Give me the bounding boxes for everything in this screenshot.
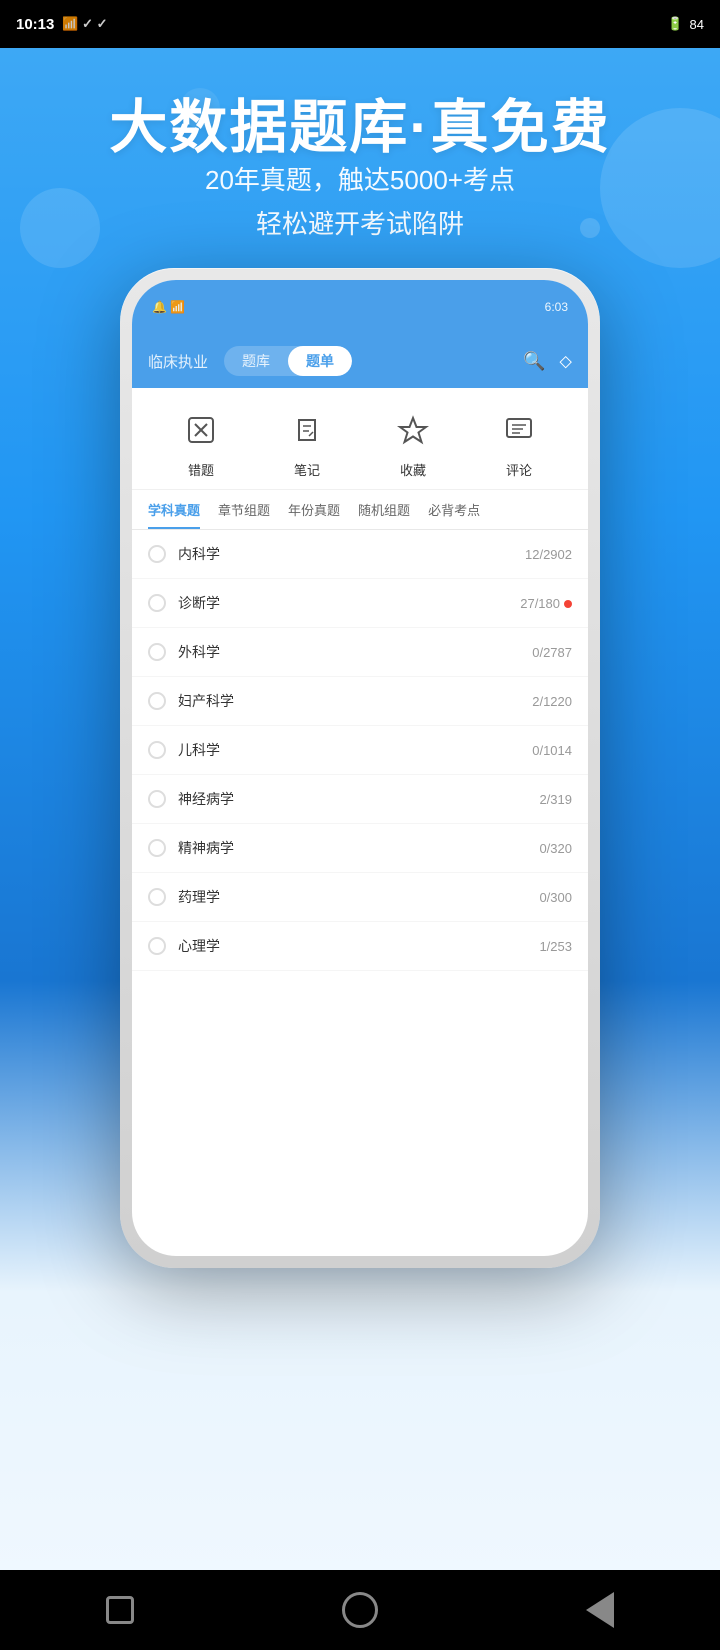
subject-dot-shenjing [148, 790, 166, 808]
quick-action-comments[interactable]: 评论 [495, 406, 543, 479]
subject-tabs: 学科真题 章节组题 年份真题 随机组题 必背考点 [132, 490, 588, 530]
time-display: 10:13 [16, 16, 54, 33]
subject-progress-xinli: 1/253 [539, 939, 572, 954]
wrong-questions-label: 错题 [188, 460, 214, 479]
subject-name-waike: 外科学 [178, 642, 532, 662]
subject-dot-zhenduan [148, 594, 166, 612]
comments-label: 评论 [506, 460, 532, 479]
phone-status-left: 🔔 📶 [152, 300, 185, 314]
subject-name-neike: 内科学 [178, 544, 525, 564]
phone-status-bar: 🔔 📶 6:03 [132, 280, 588, 334]
subject-progress-fuchan: 2/1220 [532, 694, 572, 709]
red-dot-zhenduan [564, 600, 572, 608]
hero-title: 大数据题库·真免费 [0, 80, 720, 164]
subject-item-erke[interactable]: 儿科学 0/1014 [132, 726, 588, 775]
subject-name-xinli: 心理学 [178, 936, 539, 956]
subject-item-shenjing[interactable]: 神经病学 2/319 [132, 775, 588, 824]
tab-question-list[interactable]: 题单 [288, 346, 352, 376]
search-icon[interactable]: 🔍 [523, 351, 545, 372]
subject-item-fuchan[interactable]: 妇产科学 2/1220 [132, 677, 588, 726]
back-triangle-icon [586, 1592, 614, 1628]
favorites-icon [389, 406, 437, 454]
tab-subject-real[interactable]: 学科真题 [148, 500, 200, 529]
tab-must-memorize[interactable]: 必背考点 [428, 500, 480, 529]
bottom-nav [0, 1570, 720, 1650]
subject-item-xinli[interactable]: 心理学 1/253 [132, 922, 588, 971]
notes-label: 笔记 [294, 460, 320, 479]
subject-progress-waike: 0/2787 [532, 645, 572, 660]
hero-area: 大数据题库·真免费 20年真题，触达5000+考点 轻松避开考试陷阱 🔔 📶 6… [0, 48, 720, 1603]
nav-back-button[interactable] [330, 1580, 390, 1640]
subject-progress-yaoli: 0/300 [539, 890, 572, 905]
tab-group[interactable]: 题库 题单 [224, 346, 352, 376]
subject-progress-zhenduan: 27/180 [520, 596, 572, 611]
status-time: 10:13 📶 ✓ ✓ [16, 16, 108, 33]
subject-name-erke: 儿科学 [178, 740, 532, 760]
phone-screen: 🔔 📶 6:03 临床执业 题库 题单 🔍 ⬦ [132, 280, 588, 1256]
subject-dot-neike [148, 545, 166, 563]
subject-item-jingshen[interactable]: 精神病学 0/320 [132, 824, 588, 873]
quick-action-favorites[interactable]: 收藏 [389, 406, 437, 479]
header-icons: 🔍 ⬦ [523, 351, 572, 372]
subject-progress-shenjing: 2/319 [539, 792, 572, 807]
subject-item-waike[interactable]: 外科学 0/2787 [132, 628, 588, 677]
subtitle-line1: 20年真题，触达5000+考点 [0, 158, 720, 202]
subtitle-line2: 轻松避开考试陷阱 [0, 202, 720, 246]
subject-progress-jingshen: 0/320 [539, 841, 572, 856]
tab-random[interactable]: 随机组题 [358, 500, 410, 529]
subject-name-yaoli: 药理学 [178, 887, 539, 907]
nav-home-button[interactable] [90, 1580, 150, 1640]
subject-dot-xinli [148, 937, 166, 955]
subject-dot-erke [148, 741, 166, 759]
quick-actions: 错题 笔记 收藏 [132, 388, 588, 490]
subject-name-shenjing: 神经病学 [178, 789, 539, 809]
subject-progress-neike: 12/2902 [525, 547, 572, 562]
quick-action-wrong[interactable]: 错题 [177, 406, 225, 479]
tab-year-real[interactable]: 年份真题 [288, 500, 340, 529]
subject-item-neike[interactable]: 内科学 12/2902 [132, 530, 588, 579]
app-title: 临床执业 [148, 351, 208, 372]
favorites-label: 收藏 [400, 460, 426, 479]
wrong-questions-icon [177, 406, 225, 454]
signal-icons: 📶 ✓ ✓ [62, 16, 107, 32]
subject-name-fuchan: 妇产科学 [178, 691, 532, 711]
tab-question-bank[interactable]: 题库 [224, 346, 288, 376]
subject-dot-waike [148, 643, 166, 661]
phone-mockup: 🔔 📶 6:03 临床执业 题库 题单 🔍 ⬦ [120, 268, 600, 1568]
battery-icon: 🔋 [667, 16, 683, 32]
hero-subtitle: 20年真题，触达5000+考点 轻松避开考试陷阱 [0, 158, 720, 246]
nav-back-arrow-button[interactable] [570, 1580, 630, 1640]
subject-name-zhenduan: 诊断学 [178, 593, 520, 613]
home-circle-icon [342, 1592, 378, 1628]
battery-level: 84 [690, 17, 704, 32]
filter-icon[interactable]: ⬦ [559, 351, 572, 372]
app-header: 临床执业 题库 题单 🔍 ⬦ [132, 334, 588, 388]
subject-name-jingshen: 精神病学 [178, 838, 539, 858]
subject-dot-jingshen [148, 839, 166, 857]
status-bar: 10:13 📶 ✓ ✓ 🔋 84 [0, 0, 720, 48]
subject-dot-yaoli [148, 888, 166, 906]
phone-status-time: 6:03 [545, 300, 568, 314]
tab-chapter[interactable]: 章节组题 [218, 500, 270, 529]
home-square-icon [106, 1596, 134, 1624]
subject-item-zhenduan[interactable]: 诊断学 27/180 [132, 579, 588, 628]
quick-action-notes[interactable]: 笔记 [283, 406, 331, 479]
subject-progress-erke: 0/1014 [532, 743, 572, 758]
subject-dot-fuchan [148, 692, 166, 710]
comments-icon [495, 406, 543, 454]
subject-item-yaoli[interactable]: 药理学 0/300 [132, 873, 588, 922]
notes-icon [283, 406, 331, 454]
status-indicators: 🔋 84 [667, 16, 704, 32]
subject-list: 内科学 12/2902 诊断学 27/180 外科学 0/2787 [132, 530, 588, 971]
phone-outer-body: 🔔 📶 6:03 临床执业 题库 题单 🔍 ⬦ [120, 268, 600, 1268]
